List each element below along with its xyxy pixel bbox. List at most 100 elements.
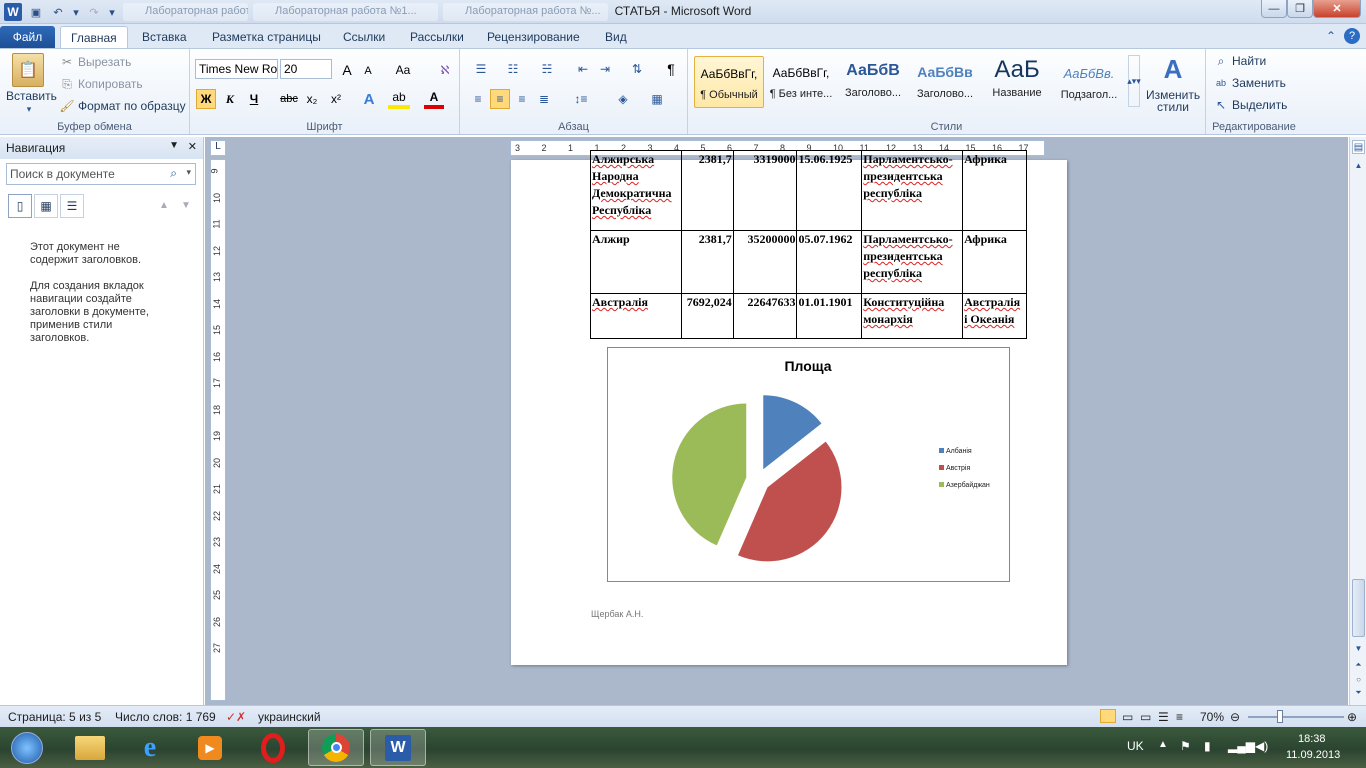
table-cell[interactable]: 3319000 [732, 150, 798, 231]
change-case-icon[interactable]: Aa [390, 61, 416, 79]
zoom-slider[interactable] [1248, 716, 1344, 718]
highlight-icon[interactable]: ab [388, 89, 410, 109]
table-cell[interactable]: 05.07.1962 [796, 230, 863, 294]
style-title[interactable]: АаБ Название [982, 56, 1052, 108]
proofing-icon[interactable]: ✓✗ [226, 710, 246, 724]
shrink-font-icon[interactable]: A [360, 63, 376, 79]
zoom-out-icon[interactable]: ⊖ [1230, 710, 1240, 724]
bold-button[interactable]: Ж [196, 89, 216, 109]
word-taskbar-icon[interactable]: W [370, 729, 426, 766]
explorer-taskbar-icon[interactable] [62, 729, 118, 766]
strikethrough-button[interactable]: abc [278, 89, 300, 109]
sort-icon[interactable]: ⇅ [628, 61, 646, 77]
area-pie-chart[interactable]: Площа Албанія Австрія Азербайджан [607, 347, 1010, 582]
battery-icon[interactable]: ▮ [1204, 739, 1211, 753]
tab-mailings[interactable]: Рассылки [400, 26, 474, 48]
opera-taskbar-icon[interactable] [245, 729, 301, 766]
style-normal[interactable]: АаБбВвГг, ¶ Обычный [694, 56, 764, 108]
chrome-taskbar-icon[interactable] [308, 729, 364, 766]
table-cell[interactable]: Африка [962, 150, 1027, 231]
browse-pages-icon[interactable]: ▦ [34, 194, 58, 218]
paste-icon[interactable]: 📋 [12, 53, 44, 87]
table-cell[interactable]: Алжир [590, 230, 682, 294]
cut-icon[interactable]: ✂ [60, 55, 74, 69]
browse-headings-icon[interactable]: ▯ [8, 194, 32, 218]
align-left-icon[interactable]: ≡ [468, 89, 488, 109]
input-language[interactable]: UK [1127, 739, 1144, 753]
paste-dropdown-icon[interactable]: ▾ [24, 104, 34, 114]
find-icon[interactable]: ⌕ [1214, 54, 1228, 68]
ruler-toggle-icon[interactable]: ▤ [1352, 140, 1365, 154]
scroll-down-icon[interactable]: ▼ [1352, 642, 1365, 654]
numbering-icon[interactable]: ☷ [500, 61, 526, 77]
copy-icon[interactable]: ⎘ [60, 77, 74, 91]
tab-file[interactable]: Файл [0, 26, 55, 48]
network-icon[interactable]: ▂▄▆ [1228, 739, 1255, 753]
clear-formatting-icon[interactable]: ℵ [436, 61, 454, 79]
style-no-spacing[interactable]: АаБбВвГг, ¶ Без инте... [766, 56, 836, 108]
word-count[interactable]: Число слов: 1 769 [115, 710, 216, 724]
pie-slice-2[interactable] [737, 441, 842, 562]
style-subtitle[interactable]: АаБбВв. Подзагол... [1054, 56, 1124, 108]
table-cell[interactable]: Алжирська Народна Демократична Республік… [590, 150, 682, 231]
table-cell[interactable]: 2381,7 [680, 230, 734, 294]
document-page[interactable]: Алжирська Народна Демократична Республік… [511, 150, 1067, 665]
font-size-select[interactable]: 20 [280, 59, 332, 79]
outline-icon[interactable]: ☰ [1158, 710, 1169, 724]
action-center-icon[interactable]: ⚑ [1180, 739, 1191, 753]
shading-icon[interactable]: ◈ [610, 89, 636, 109]
table-cell[interactable]: 2381,7 [680, 150, 734, 231]
page-count[interactable]: Страница: 5 из 5 [8, 710, 101, 724]
language[interactable]: украинский [258, 710, 321, 724]
tab-page-layout[interactable]: Разметка страницы [202, 26, 331, 48]
table-cell[interactable]: Австралія [590, 293, 682, 339]
multilevel-list-icon[interactable]: ☵ [534, 61, 560, 77]
previous-page-icon[interactable]: ⏶ [1352, 659, 1365, 671]
search-dropdown-icon[interactable]: ▾ [186, 167, 191, 178]
style-heading2[interactable]: АаБбВв Заголово... [910, 56, 980, 108]
scroll-thumb[interactable] [1352, 579, 1365, 637]
tab-home[interactable]: Главная [60, 26, 128, 48]
help-icon[interactable]: ? [1344, 28, 1360, 44]
show-hidden-icons[interactable]: ▲ [1158, 739, 1168, 750]
internet-explorer-taskbar-icon[interactable]: e [122, 729, 178, 766]
format-painter-button[interactable]: Формат по образцу [78, 99, 186, 113]
clock-time[interactable]: 18:38 [1298, 733, 1326, 745]
align-right-icon[interactable]: ≡ [512, 89, 532, 109]
styles-scroll-icon[interactable]: ▴▾▾ [1127, 55, 1141, 107]
minimize-ribbon-icon[interactable]: ⌃ [1324, 29, 1338, 43]
nav-search-input[interactable]: Поиск в документе ⌕ ▾ [6, 163, 196, 185]
close-button[interactable]: ✕ [1313, 0, 1361, 18]
scroll-up-icon[interactable]: ▲ [1352, 159, 1365, 171]
next-heading-icon[interactable]: ▼ [180, 199, 192, 211]
change-styles-button[interactable]: Изменить стили [1146, 89, 1200, 113]
change-styles-icon[interactable]: A [1158, 53, 1188, 85]
show-formatting-icon[interactable]: ¶ [662, 61, 680, 77]
table-cell[interactable]: 35200000 [732, 230, 798, 294]
tab-selector-icon[interactable]: L [210, 140, 226, 156]
italic-button[interactable]: К [220, 89, 240, 109]
pie-slice-3[interactable] [672, 403, 747, 546]
table-cell[interactable]: Парламентсько-президентська республіка [861, 230, 964, 294]
cut-button[interactable]: Вырезать [78, 55, 131, 69]
table-cell[interactable]: 01.01.1901 [796, 293, 863, 339]
text-effects-icon[interactable]: A [358, 89, 380, 109]
borders-icon[interactable]: ▦ [644, 89, 670, 109]
close-pane-icon[interactable]: ✕ [188, 140, 197, 153]
align-center-icon[interactable]: ≡ [490, 89, 510, 109]
tab-references[interactable]: Ссылки [333, 26, 395, 48]
restore-button[interactable]: ❐ [1287, 0, 1313, 18]
media-player-taskbar-icon[interactable]: ▶ [182, 729, 238, 766]
table-cell[interactable]: 15.06.1925 [796, 150, 863, 231]
superscript-button[interactable]: x² [326, 89, 346, 109]
style-heading1[interactable]: АаБбВ Заголово... [838, 56, 908, 108]
find-button[interactable]: Найти [1232, 54, 1266, 68]
font-name-select[interactable]: Times New Ro [195, 59, 278, 79]
table-cell[interactable]: Африка [962, 230, 1027, 294]
format-painter-icon[interactable]: 🖌 [59, 99, 74, 113]
copy-button[interactable]: Копировать [78, 77, 143, 91]
vertical-scrollbar[interactable]: ▤ ▲ ▼ ⏶ ○ ⏷ [1349, 137, 1366, 705]
increase-indent-icon[interactable]: ⇥ [596, 61, 614, 77]
line-spacing-icon[interactable]: ↕≡ [568, 89, 594, 109]
full-screen-reading-icon[interactable]: ▭ [1122, 710, 1133, 724]
